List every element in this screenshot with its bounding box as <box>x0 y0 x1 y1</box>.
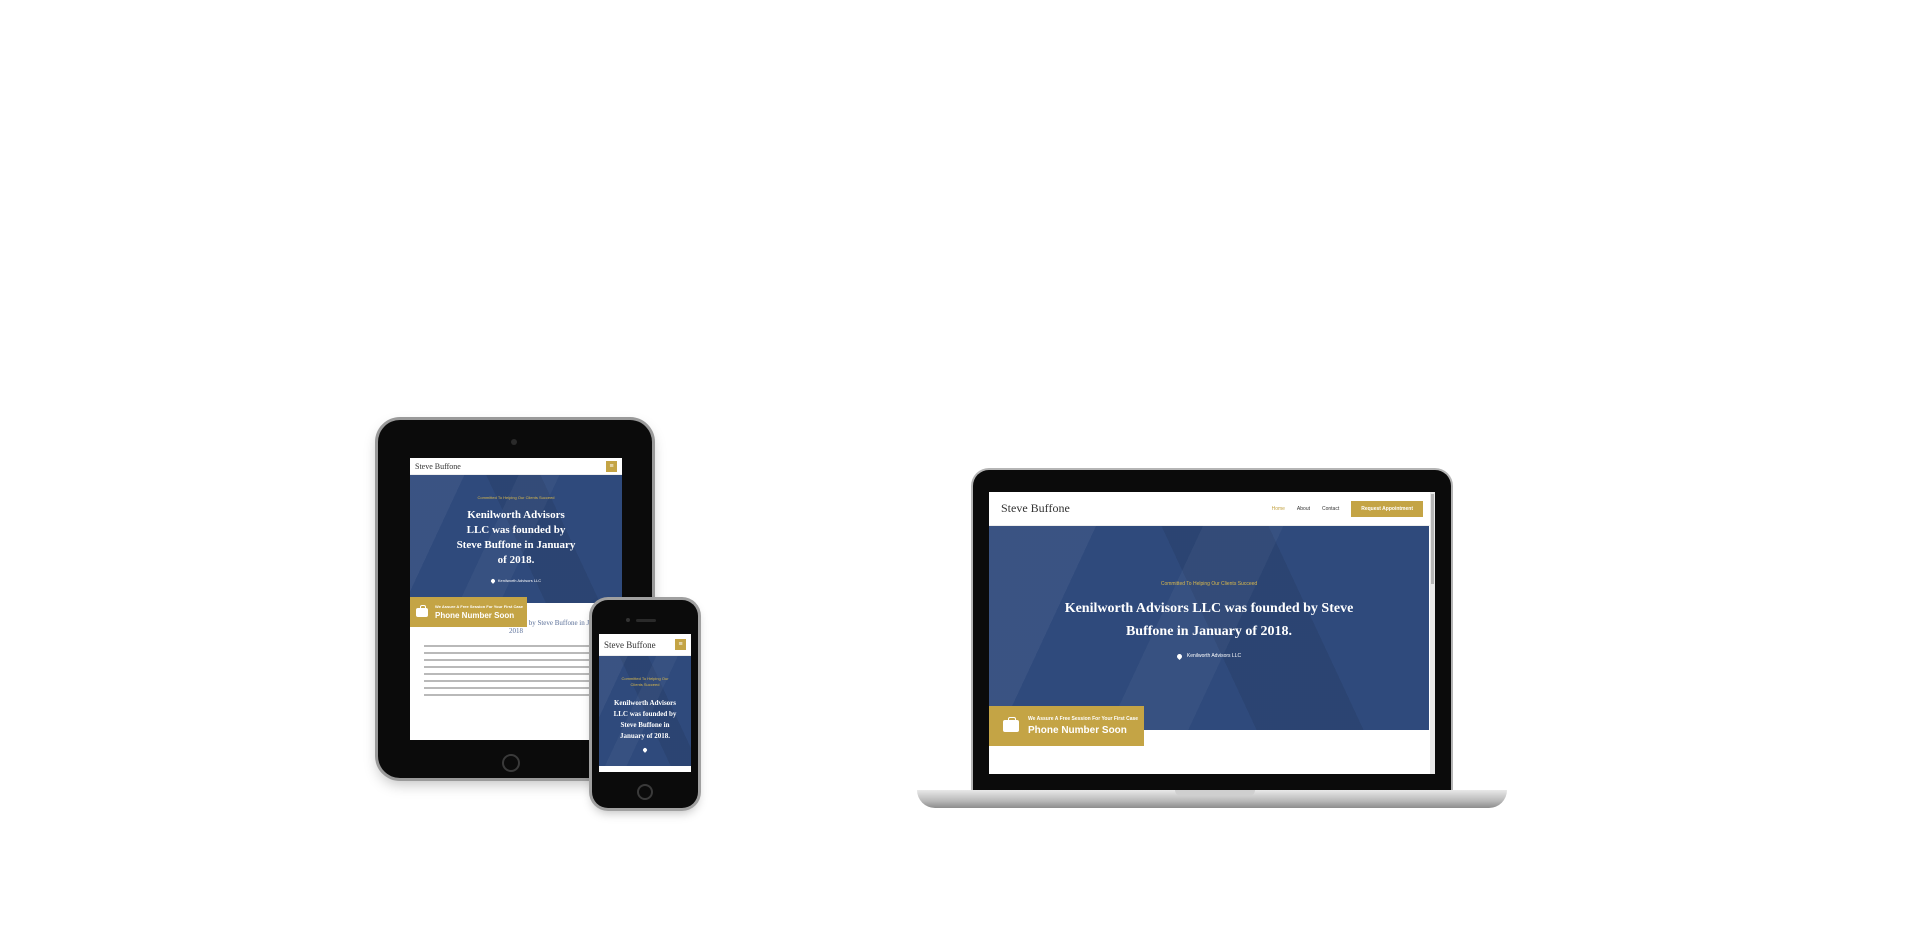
badge-small-text: We Assure A Free Session For Your First … <box>1028 716 1139 722</box>
free-session-badge[interactable]: We Assure A Free Session For Your First … <box>989 706 1144 746</box>
hero-tagline: Committed To Helping Our Clients Succeed <box>621 676 669 687</box>
camera-icon <box>626 618 630 622</box>
main-nav: Home About Contact Request Appointment <box>1272 500 1423 517</box>
camera-icon <box>511 439 517 445</box>
scrollbar-thumb[interactable] <box>1431 494 1434 584</box>
nav-about[interactable]: About <box>1297 506 1310 512</box>
hero-section: Committed To Helping Our Clients Succeed… <box>989 526 1429 730</box>
home-button-icon <box>502 754 520 772</box>
laptop-screen[interactable]: Steve Buffone Home About Contact Request… <box>989 492 1435 774</box>
hero-title: Kenilworth Advisors LLC was founded by S… <box>1064 601 1354 639</box>
hero-title: Kenilworth Advisors LLC was founded by S… <box>613 699 677 740</box>
hamburger-icon[interactable]: ≡ <box>606 460 617 472</box>
home-button-icon <box>637 784 653 800</box>
phone-device: Steve Buffone ≡ Committed To Helping Our… <box>592 600 698 808</box>
nav-home[interactable]: Home <box>1272 506 1285 512</box>
site-header: Steve Buffone ≡ <box>599 634 691 656</box>
site-brand[interactable]: Steve Buffone <box>415 462 461 471</box>
hero-location <box>599 747 691 753</box>
briefcase-icon <box>1003 717 1019 732</box>
free-session-badge[interactable]: We Assure A Free Session For Your First … <box>410 597 527 627</box>
laptop-device: Steve Buffone Home About Contact Request… <box>973 470 1451 790</box>
map-pin-icon <box>489 577 496 584</box>
badge-text: We Assure A Free Session For Your First … <box>1028 716 1138 736</box>
briefcase-icon <box>416 605 428 617</box>
phone-screen[interactable]: Steve Buffone ≡ Committed To Helping Our… <box>599 634 691 772</box>
hero-tagline: Committed To Helping Our Clients Succeed <box>1160 581 1258 587</box>
site-header: Steve Buffone Home About Contact Request… <box>989 492 1435 526</box>
badge-phone-text: Phone Number Soon <box>1028 725 1127 736</box>
hero-location: Kenilworth Advisors LLC <box>989 652 1429 660</box>
hero-section: Committed To Helping Our Clients Succeed… <box>599 656 691 766</box>
hero-section: Committed To Helping Our Clients Succeed… <box>410 475 622 603</box>
badge-phone-text: Phone Number Soon <box>435 611 515 620</box>
map-pin-icon <box>1175 652 1183 660</box>
badge-small-text: We Assure A Free Session For Your First … <box>435 604 524 609</box>
about-body-text <box>424 645 608 696</box>
site-brand[interactable]: Steve Buffone <box>604 640 656 650</box>
hero-location-label: Kenilworth Advisors LLC <box>497 578 542 583</box>
hamburger-icon[interactable]: ≡ <box>675 639 686 650</box>
device-mockup-stage: Steve Buffone ≡ Committed To Helping Our… <box>0 0 1920 934</box>
site-brand[interactable]: Steve Buffone <box>1001 501 1070 516</box>
badge-text: We Assure A Free Session For Your First … <box>435 604 523 620</box>
hero-title: Kenilworth Advisors LLC was founded by S… <box>456 509 576 566</box>
hero-location: Kenilworth Advisors LLC <box>410 577 622 584</box>
hero-location-label: Kenilworth Advisors LLC <box>1186 653 1242 659</box>
laptop-notch <box>1175 790 1255 796</box>
nav-contact[interactable]: Contact <box>1322 506 1339 512</box>
tablet-screen[interactable]: Steve Buffone ≡ Committed To Helping Our… <box>410 458 622 740</box>
scrollbar[interactable] <box>1430 492 1435 774</box>
hero-tagline: Committed To Helping Our Clients Succeed <box>477 495 555 500</box>
site-header: Steve Buffone ≡ <box>410 458 622 475</box>
map-pin-icon <box>642 747 648 753</box>
request-appointment-button[interactable]: Request Appointment <box>1351 500 1423 517</box>
speaker-icon <box>636 619 656 622</box>
